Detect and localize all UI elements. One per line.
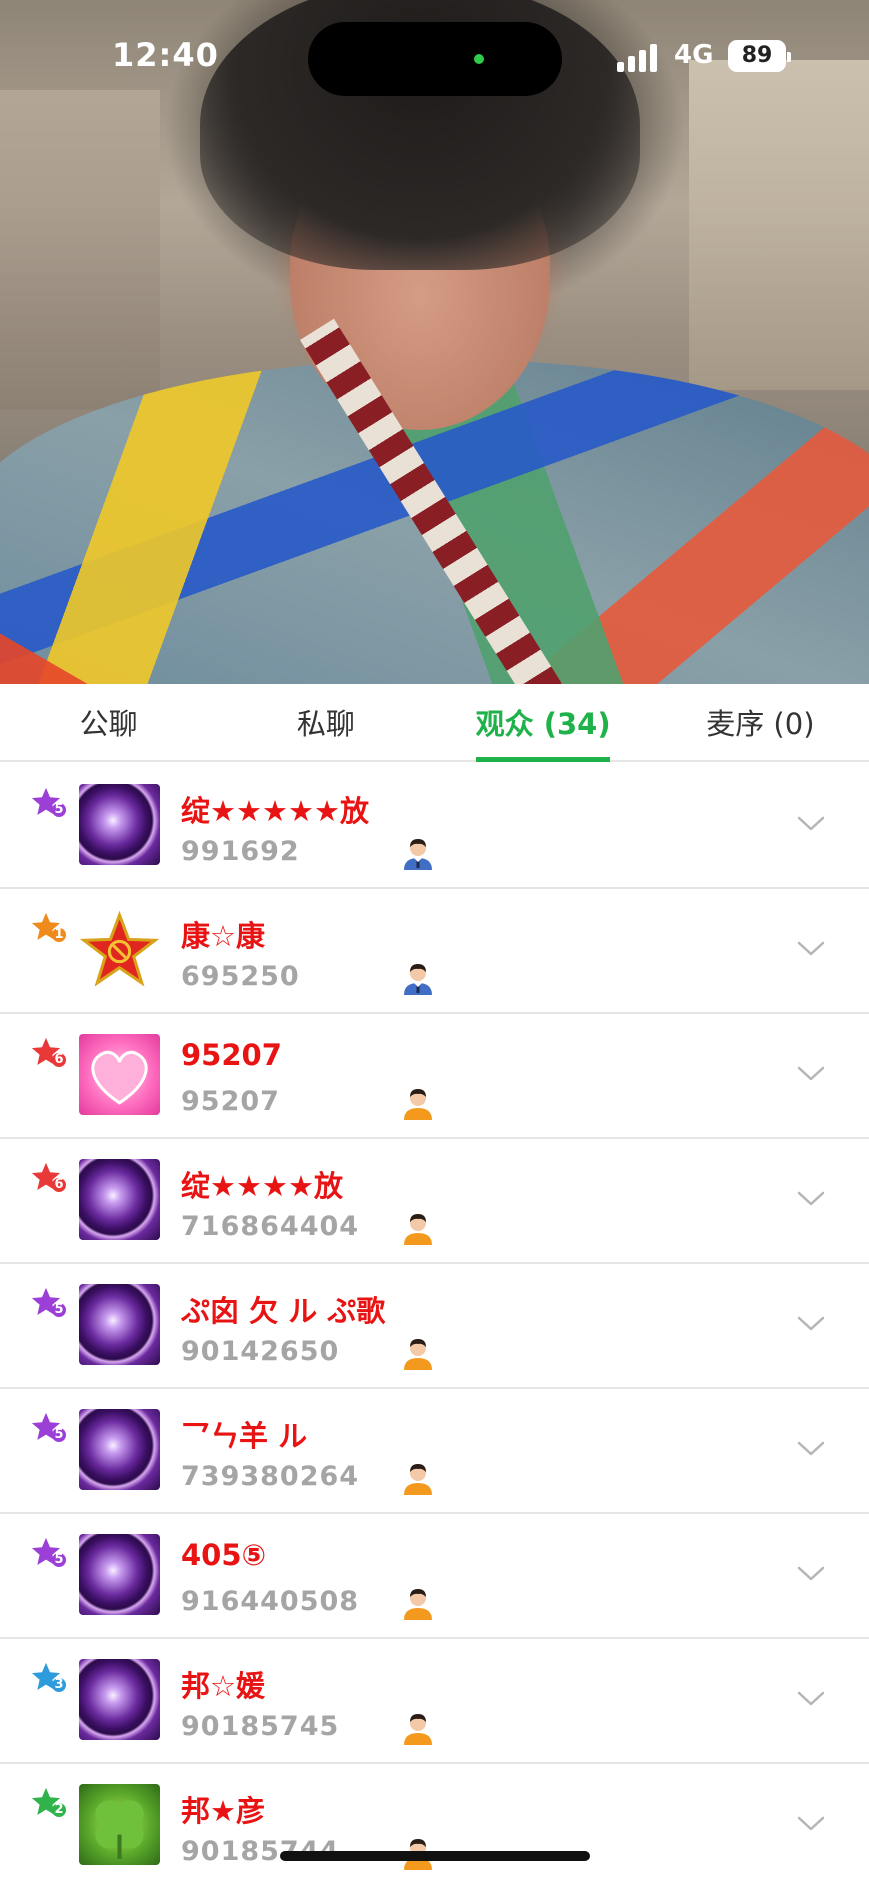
chevron-down-icon[interactable] bbox=[796, 808, 826, 838]
person-icon bbox=[400, 1211, 436, 1245]
tab-private-chat[interactable]: 私聊 bbox=[217, 684, 434, 760]
eclipse-avatar[interactable] bbox=[79, 1409, 160, 1490]
user-id: 991692 bbox=[181, 836, 300, 867]
audience-row[interactable]: 5 乛ㄣ羊 ル 739380264 bbox=[0, 1389, 869, 1514]
user-id: 90142650 bbox=[181, 1336, 340, 1367]
chevron-down-icon[interactable] bbox=[796, 1558, 826, 1588]
person-icon bbox=[400, 1711, 436, 1745]
tab-public-chat[interactable]: 公聊 bbox=[0, 684, 217, 760]
person-icon bbox=[400, 1586, 436, 1620]
chevron-down-icon[interactable] bbox=[796, 1183, 826, 1213]
level-number: 2 bbox=[52, 1803, 66, 1817]
user-id: 695250 bbox=[181, 961, 300, 992]
person-icon bbox=[400, 1461, 436, 1495]
battery-icon: 89 bbox=[728, 40, 791, 72]
user-id: 739380264 bbox=[181, 1461, 360, 1492]
person-icon bbox=[400, 1086, 436, 1120]
eclipse-avatar[interactable] bbox=[79, 1159, 160, 1240]
status-time: 12:40 bbox=[112, 36, 219, 74]
user-name: 绽★★★★★放 bbox=[181, 794, 369, 828]
audience-row[interactable]: 6 95207 95207 bbox=[0, 1014, 869, 1139]
level-number: 1 bbox=[52, 928, 66, 942]
audience-row[interactable]: 6 绽★★★★放 716864404 bbox=[0, 1139, 869, 1264]
level-number: 5 bbox=[52, 1428, 66, 1442]
audience-row[interactable]: 5 405⑤ 916440508 bbox=[0, 1514, 869, 1639]
dynamic-island bbox=[308, 22, 562, 96]
user-name: 405⑤ bbox=[181, 1538, 267, 1572]
network-type: 4G bbox=[674, 40, 714, 70]
eclipse-avatar[interactable] bbox=[79, 1284, 160, 1365]
love-heart-avatar[interactable] bbox=[79, 1034, 160, 1115]
audience-row[interactable]: 1 康☆康 695250 bbox=[0, 889, 869, 1014]
red-star-avatar[interactable] bbox=[79, 909, 160, 990]
suit-person-icon bbox=[400, 961, 436, 995]
level-badge-icon: 1 bbox=[28, 909, 66, 945]
level-badge-icon: 5 bbox=[28, 1534, 66, 1570]
user-name: ぷ囟 欠 ル ぷ歌 bbox=[181, 1294, 386, 1328]
level-badge-icon: 6 bbox=[28, 1159, 66, 1195]
audience-row[interactable]: 5 绽★★★★★放 991692 bbox=[0, 764, 869, 889]
user-name: 邦☆媛 bbox=[181, 1669, 265, 1703]
person-icon bbox=[400, 1336, 436, 1370]
user-name: 邦★彦 bbox=[181, 1794, 265, 1828]
tab-audience[interactable]: 观众 (34) bbox=[435, 684, 652, 760]
user-id: 95207 bbox=[181, 1086, 280, 1117]
camera-indicator-icon bbox=[474, 54, 484, 64]
live-video[interactable] bbox=[0, 0, 869, 684]
tab-mic-queue[interactable]: 麦序 (0) bbox=[652, 684, 869, 760]
audience-row[interactable]: 2 邦★彦 90185744 bbox=[0, 1764, 869, 1882]
level-number: 5 bbox=[52, 803, 66, 817]
eclipse-avatar[interactable] bbox=[79, 1534, 160, 1615]
level-number: 3 bbox=[52, 1678, 66, 1692]
signal-icon bbox=[617, 42, 665, 72]
level-badge-icon: 5 bbox=[28, 1284, 66, 1320]
user-id: 90185745 bbox=[181, 1711, 340, 1742]
audience-row[interactable]: 5 ぷ囟 欠 ル ぷ歌 90142650 bbox=[0, 1264, 869, 1389]
audience-row[interactable]: 3 邦☆媛 90185745 bbox=[0, 1639, 869, 1764]
eclipse-avatar[interactable] bbox=[79, 784, 160, 865]
user-name: 95207 bbox=[181, 1038, 282, 1072]
user-id: 916440508 bbox=[181, 1586, 360, 1617]
user-name: 乛ㄣ羊 ル bbox=[181, 1419, 308, 1453]
level-number: 6 bbox=[52, 1053, 66, 1067]
level-badge-icon: 5 bbox=[28, 1409, 66, 1445]
home-indicator[interactable] bbox=[280, 1851, 590, 1861]
suit-person-icon bbox=[400, 836, 436, 870]
chevron-down-icon[interactable] bbox=[796, 1308, 826, 1338]
user-name: 绽★★★★放 bbox=[181, 1169, 343, 1203]
level-number: 6 bbox=[52, 1178, 66, 1192]
level-badge-icon: 2 bbox=[28, 1784, 66, 1820]
background-wall bbox=[689, 60, 869, 390]
audience-list: 5 绽★★★★★放 991692 1 康☆康 695250 6 95207 95207 6 绽★★★… bbox=[0, 764, 869, 1882]
background-wall bbox=[0, 90, 160, 410]
chevron-down-icon[interactable] bbox=[796, 933, 826, 963]
level-badge-icon: 5 bbox=[28, 784, 66, 820]
user-id: 716864404 bbox=[181, 1211, 360, 1242]
chevron-down-icon[interactable] bbox=[796, 1433, 826, 1463]
chevron-down-icon[interactable] bbox=[796, 1058, 826, 1088]
eclipse-avatar[interactable] bbox=[79, 1659, 160, 1740]
level-number: 5 bbox=[52, 1303, 66, 1317]
user-name: 康☆康 bbox=[181, 919, 265, 953]
clover-avatar[interactable] bbox=[79, 1784, 160, 1865]
chevron-down-icon[interactable] bbox=[796, 1683, 826, 1713]
level-badge-icon: 3 bbox=[28, 1659, 66, 1695]
chevron-down-icon[interactable] bbox=[796, 1808, 826, 1838]
level-number: 5 bbox=[52, 1553, 66, 1567]
tab-bar: 公聊 私聊 观众 (34) 麦序 (0) bbox=[0, 684, 869, 762]
level-badge-icon: 6 bbox=[28, 1034, 66, 1070]
